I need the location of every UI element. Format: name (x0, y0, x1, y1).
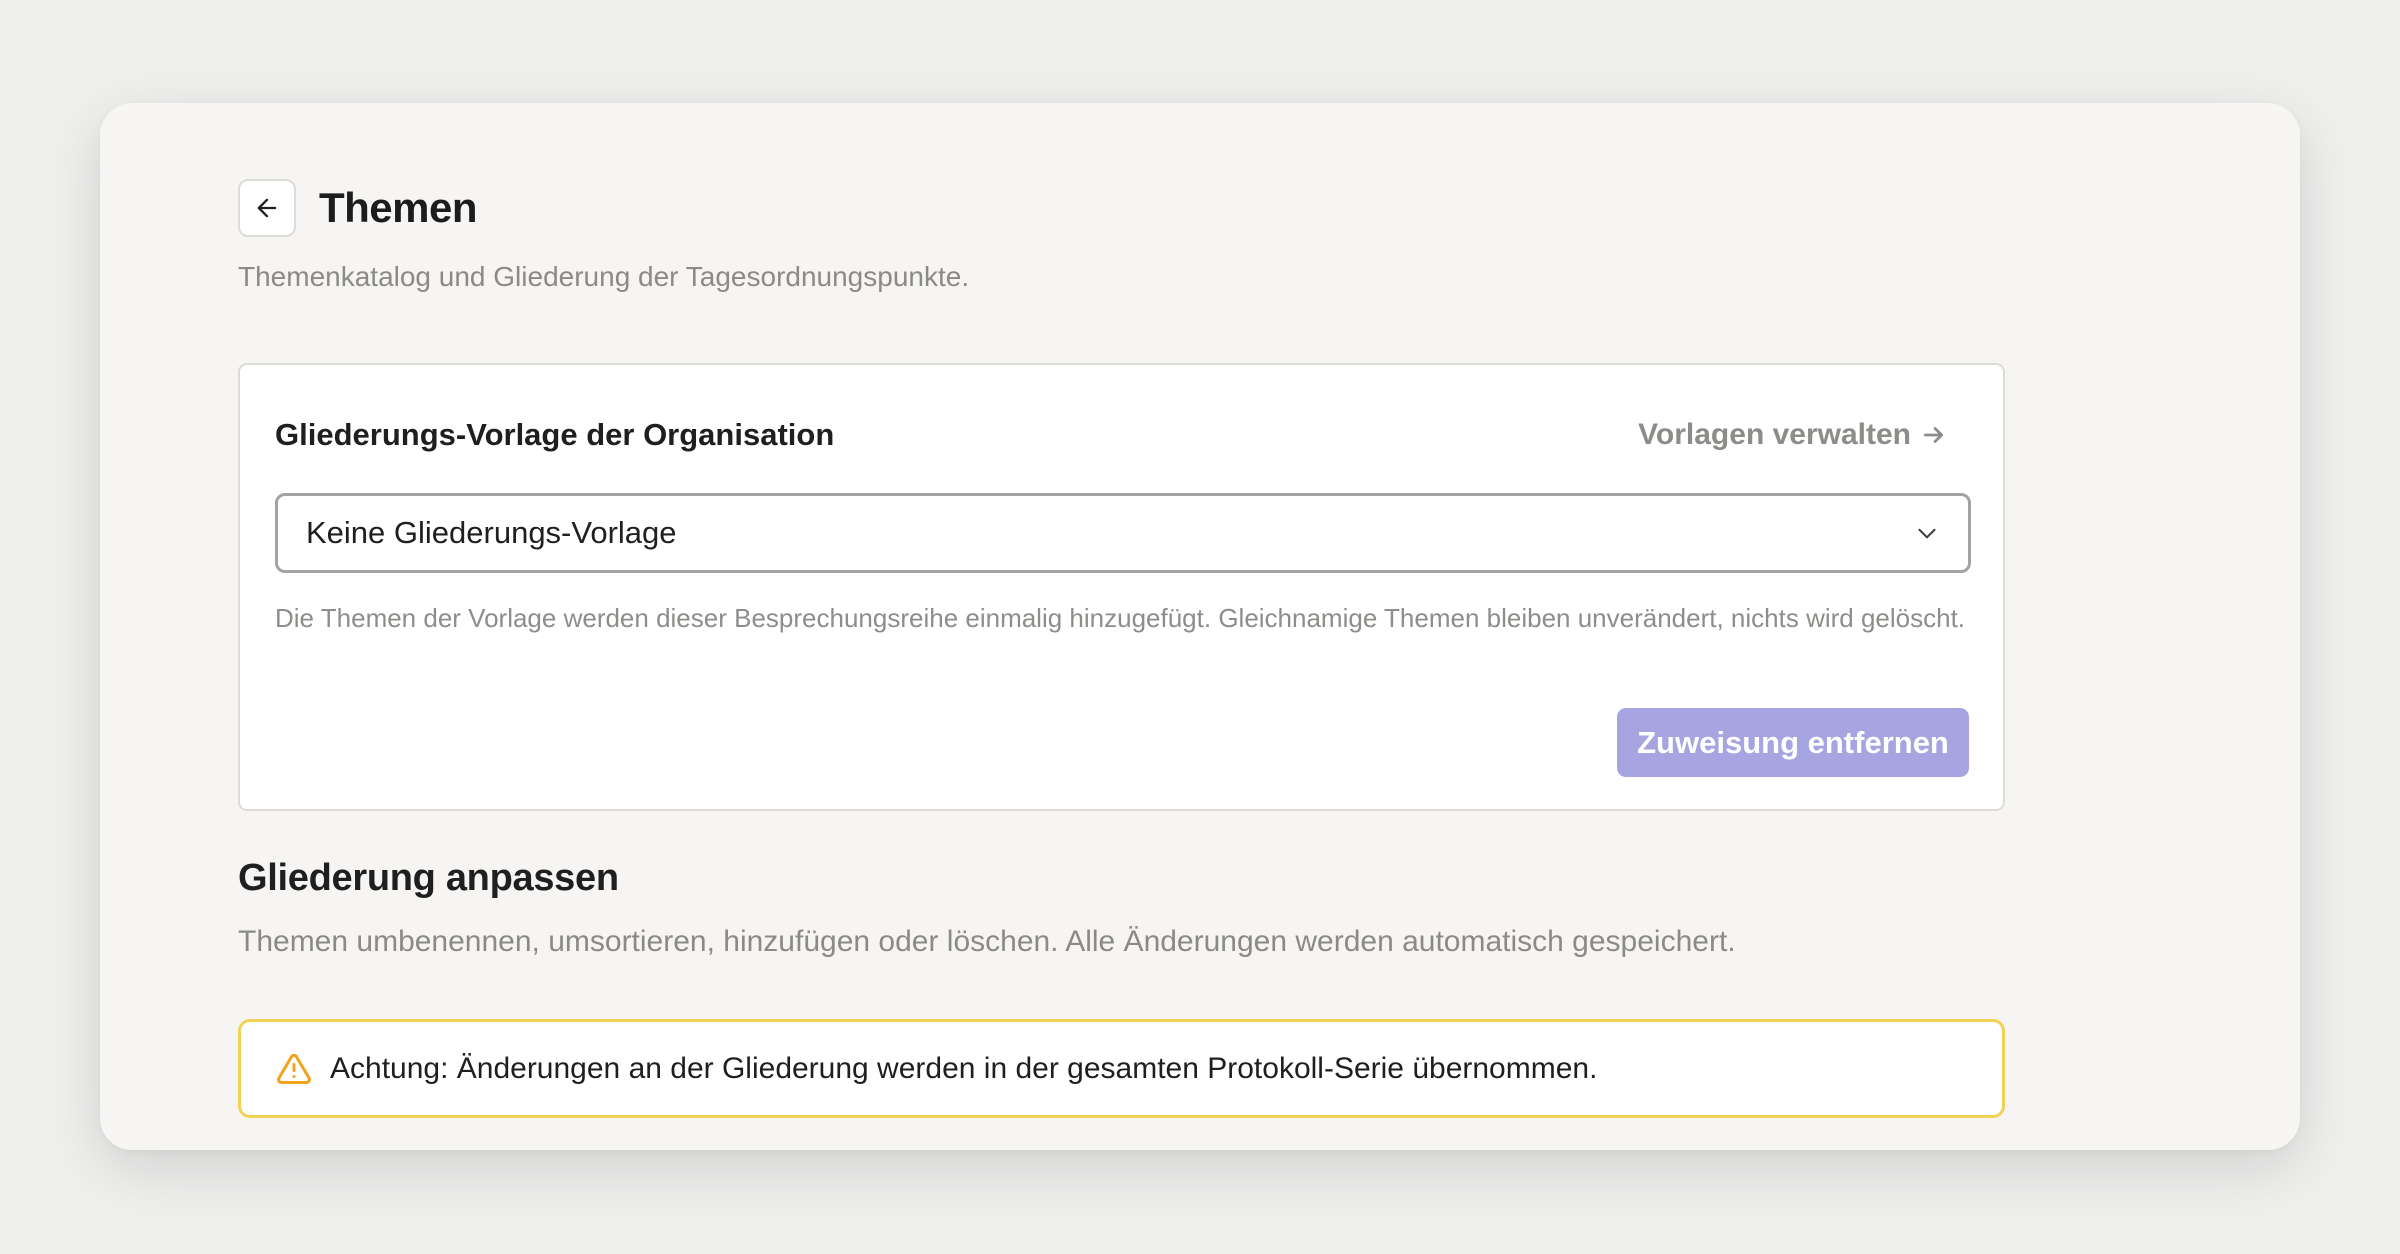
outline-section-description: Themen umbenennen, umsortieren, hinzufüg… (238, 925, 1736, 958)
remove-assignment-button[interactable]: Zuweisung entfernen (1617, 708, 1969, 777)
template-select-value: Keine Gliederungs-Vorlage (306, 515, 677, 550)
template-card-title: Gliederungs-Vorlage der Organisation (275, 417, 835, 452)
template-card-header: Gliederungs-Vorlage der Organisation Vor… (275, 417, 1947, 453)
warning-triangle-icon (277, 1053, 311, 1084)
warning-text: Achtung: Änderungen an der Gliederung we… (330, 1051, 1598, 1085)
template-help-text: Die Themen der Vorlage werden dieser Bes… (275, 603, 1966, 633)
main-content: Themen Themenkatalog und Gliederung der … (238, 177, 2005, 1118)
template-card: Gliederungs-Vorlage der Organisation Vor… (238, 363, 2005, 811)
warning-banner: Achtung: Änderungen an der Gliederung we… (238, 1019, 2005, 1118)
page-title: Themen (319, 183, 478, 231)
app-window: Themen Themenkatalog und Gliederung der … (100, 103, 2300, 1150)
manage-templates-label: Vorlagen verwalten (1638, 418, 1911, 451)
back-button[interactable] (238, 178, 296, 237)
arrow-left-icon (257, 198, 277, 217)
outline-section-title: Gliederung anpassen (238, 857, 619, 899)
manage-templates-link[interactable]: Vorlagen verwalten (1638, 418, 1947, 452)
arrow-right-icon (1923, 427, 1943, 443)
chevron-down-icon (1918, 528, 1936, 539)
page-header: Themen (238, 177, 2005, 238)
page-subtitle: Themenkatalog und Gliederung der Tagesor… (238, 261, 970, 292)
template-select[interactable]: Keine Gliederungs-Vorlage (275, 493, 1971, 573)
